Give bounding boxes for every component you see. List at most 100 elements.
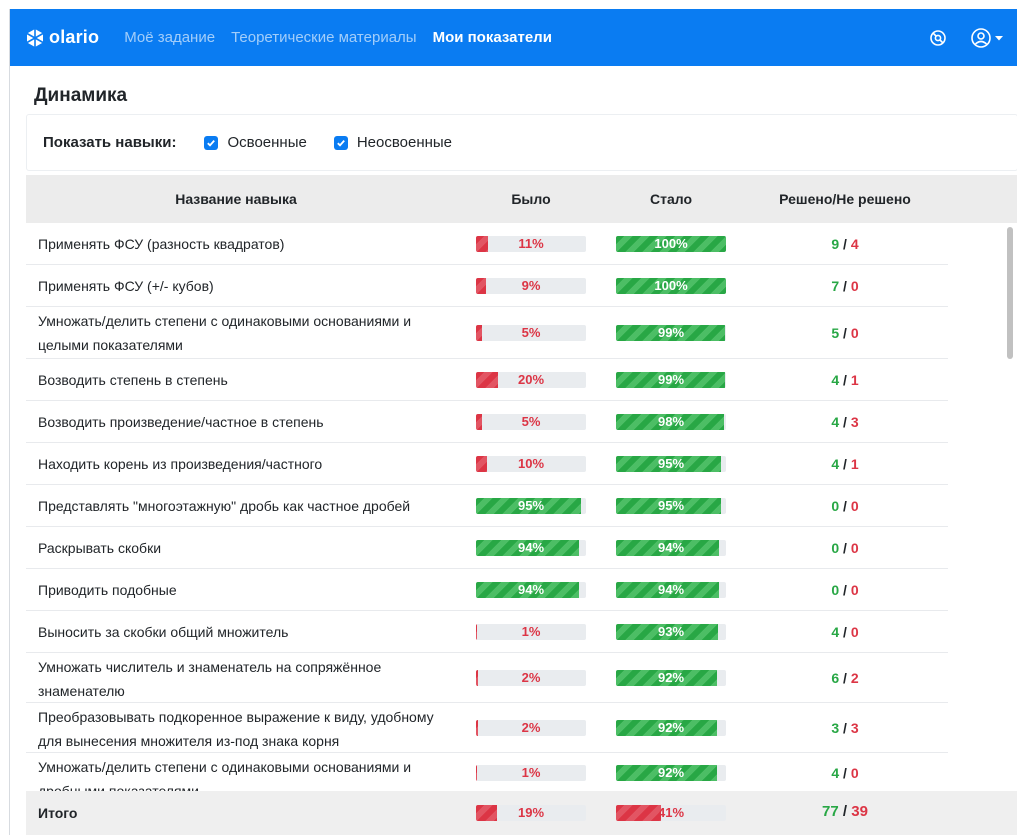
after-progress: 99% — [616, 325, 726, 341]
header-after[interactable]: Стало — [616, 191, 726, 207]
skill-name: Умножать числитель и знаменатель на сопр… — [38, 659, 382, 699]
progress-label: 11% — [518, 236, 544, 251]
before-progress: 95% — [476, 498, 586, 514]
table-body: Применять ФСУ (разность квадратов) 11% 100… — [26, 223, 948, 799]
unsolved-count: 0 — [850, 624, 859, 640]
solved-unsolved: 77 / 39 — [770, 803, 920, 820]
solved-unsolved: 4 / 1 — [770, 456, 920, 472]
progress-label: 100% — [654, 278, 688, 293]
separator: / — [839, 720, 851, 736]
unsolved-count: 0 — [850, 765, 859, 781]
solved-count: 4 — [831, 414, 840, 430]
page-title: Динамика — [34, 85, 128, 106]
progress-label: 10% — [517, 456, 545, 471]
table-row[interactable]: Находить корень из произведения/частного… — [26, 443, 948, 485]
scrollbar[interactable] — [1003, 223, 1017, 791]
nav-my-stats[interactable]: Мои показатели — [433, 29, 552, 46]
progress-label: 94% — [657, 582, 685, 597]
after-progress: 92% — [616, 670, 726, 686]
total-before-progress: 19% — [476, 805, 586, 821]
unsolved-count: 0 — [850, 498, 859, 514]
nav-my-task[interactable]: Моё задание — [124, 29, 215, 46]
after-progress: 92% — [616, 720, 726, 736]
solved-count: 0 — [831, 498, 840, 514]
checkbox-mastered[interactable]: Освоенные — [204, 134, 307, 151]
solved-unsolved: 4 / 3 — [770, 414, 920, 430]
table-row[interactable]: Возводить произведение/частное в степень… — [26, 401, 948, 443]
table-header: Название навыка Было Стало Решено/Не реш… — [26, 175, 1017, 223]
after-progress: 92% — [616, 765, 726, 781]
before-progress: 94% — [476, 582, 586, 598]
solved-unsolved: 9 / 4 — [770, 236, 920, 252]
solved-unsolved: 0 / 0 — [770, 498, 920, 514]
table-row[interactable]: Преобразовывать подкоренное выражение к … — [26, 703, 948, 753]
navbar-actions — [928, 27, 1004, 49]
solved-count: 3 — [831, 720, 840, 736]
progress-label: 1% — [521, 624, 541, 639]
navbar: olario Моё задание Теоретические материа… — [10, 9, 1017, 66]
progress-label: 94% — [517, 540, 545, 555]
checkbox-checked-icon[interactable] — [204, 135, 219, 150]
table-row[interactable]: Умножать/делить степени с одинаковыми ос… — [26, 753, 948, 799]
solved-unsolved: 0 / 0 — [770, 540, 920, 556]
table-row[interactable]: Приводить подобные 94% 94% 0 / 0 — [26, 569, 948, 611]
progress-label: 99% — [657, 325, 685, 340]
scrollbar-thumb[interactable] — [1007, 227, 1013, 359]
user-icon[interactable] — [970, 27, 992, 49]
before-progress: 20% — [476, 372, 586, 388]
before-progress: 2% — [476, 670, 586, 686]
brand[interactable]: olario — [25, 27, 99, 48]
total-label: Итого — [38, 805, 78, 821]
header-score[interactable]: Решено/Не решено — [760, 191, 930, 207]
separator: / — [839, 278, 851, 294]
progress-label: 2% — [521, 670, 541, 685]
app-window: olario Моё задание Теоретические материа… — [9, 9, 1017, 835]
table-row[interactable]: Возводить степень в степень 20% 99% 4 / 1 — [26, 359, 948, 401]
separator: / — [839, 765, 851, 781]
separator: / — [839, 236, 851, 252]
progress-label: 95% — [657, 498, 685, 513]
progress-label: 41% — [657, 805, 685, 820]
header-skill-name[interactable]: Название навыка — [106, 191, 366, 207]
checkbox-not-mastered[interactable]: Неосвоенные — [333, 134, 452, 151]
progress-label: 92% — [657, 720, 685, 735]
separator: / — [839, 582, 851, 598]
after-progress: 99% — [616, 372, 726, 388]
table-row[interactable]: Представлять "многоэтажную" дробь как ча… — [26, 485, 948, 527]
solved-count: 5 — [831, 325, 840, 341]
progress-label: 5% — [521, 325, 541, 340]
solved-count: 4 — [831, 624, 840, 640]
before-progress: 10% — [476, 456, 586, 472]
progress-label: 98% — [657, 414, 685, 429]
after-progress: 94% — [616, 582, 726, 598]
solved-count: 7 — [831, 278, 840, 294]
unsolved-count: 3 — [850, 414, 859, 430]
progress-label: 94% — [657, 540, 685, 555]
progress-label: 19% — [517, 805, 545, 820]
progress-label: 92% — [657, 765, 685, 780]
table-row[interactable]: Умножать/делить степени с одинаковыми ос… — [26, 307, 948, 359]
progress-label: 94% — [517, 582, 545, 597]
solved-count: 0 — [831, 582, 840, 598]
table-row[interactable]: Умножать числитель и знаменатель на сопр… — [26, 653, 948, 703]
skill-name: Применять ФСУ (разность квадратов) — [38, 236, 285, 252]
unsolved-count: 0 — [850, 540, 859, 556]
skill-name: Преобразовывать подкоренное выражение к … — [38, 709, 434, 749]
table-row[interactable]: Применять ФСУ (разность квадратов) 11% 100… — [26, 223, 948, 265]
before-progress: 1% — [476, 624, 586, 640]
before-progress: 1% — [476, 765, 586, 781]
chevron-down-icon[interactable] — [994, 33, 1004, 43]
solved-count: 77 — [822, 803, 839, 820]
table-row[interactable]: Применять ФСУ (+/- кубов) 9% 100% 7 / 0 — [26, 265, 948, 307]
progress-label: 93% — [657, 624, 685, 639]
help-icon[interactable] — [928, 28, 948, 48]
table-row[interactable]: Выносить за скобки общий множитель 1% 93% 4… — [26, 611, 948, 653]
checkbox-checked-icon[interactable] — [333, 135, 348, 150]
table-row[interactable]: Раскрывать скобки 94% 94% 0 / 0 — [26, 527, 948, 569]
unsolved-count: 4 — [850, 236, 859, 252]
progress-label: 9% — [521, 278, 541, 293]
solved-count: 4 — [831, 765, 840, 781]
nav-theory[interactable]: Теоретические материалы — [231, 29, 417, 46]
header-before[interactable]: Было — [476, 191, 586, 207]
unsolved-count: 2 — [850, 670, 859, 686]
